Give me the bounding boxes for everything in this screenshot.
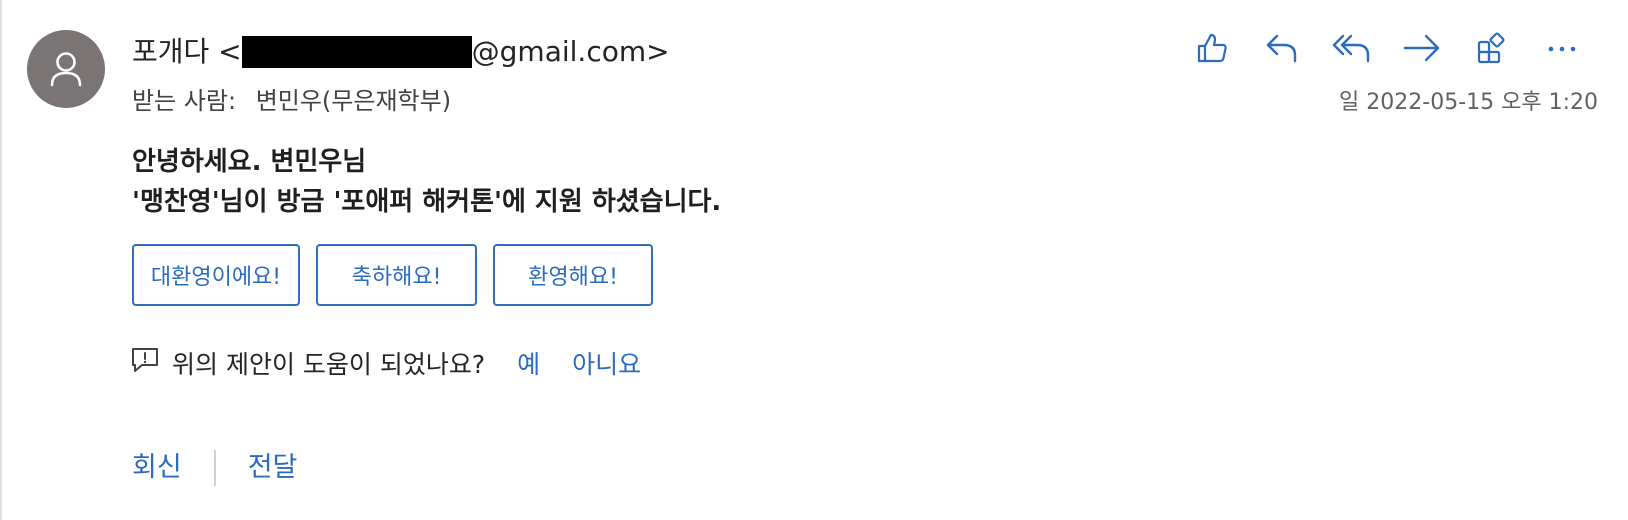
footer-actions: 회신 전달 (132, 448, 297, 488)
forward-link[interactable]: 전달 (248, 448, 298, 488)
message-datetime: 일 2022-05-15 오후 1:20 (1339, 90, 1598, 115)
forward-icon (1402, 31, 1442, 65)
recipient-line: 받는 사람: 변민우(무은재학부) (132, 84, 451, 118)
suggested-replies: 대환영이에요! 축하해요! 환영해요! (132, 244, 669, 306)
like-icon (1195, 31, 1229, 65)
footer-divider (213, 450, 216, 486)
redacted-email (241, 36, 472, 68)
reply-button[interactable] (1258, 26, 1306, 70)
more-button[interactable] (1538, 26, 1586, 70)
like-button[interactable] (1188, 26, 1236, 70)
apps-button[interactable] (1468, 26, 1516, 70)
feedback-yes-link[interactable]: 예 (517, 347, 540, 383)
to-label: 받는 사람: (132, 87, 237, 115)
recipient-name[interactable]: 변민우(무은재학부) (256, 87, 451, 115)
apps-icon (1475, 31, 1509, 65)
suggested-reply-button[interactable]: 축하해요! (316, 244, 477, 306)
sender-avatar[interactable] (27, 30, 105, 108)
message-reading-pane: 포개다 < @gmail.com> 받는 사람: 변민우(무은재학부) 일 20… (0, 0, 1626, 520)
more-icon (1545, 31, 1579, 65)
feedback-no-link[interactable]: 아니요 (572, 347, 641, 383)
reply-icon (1264, 31, 1300, 65)
reply-link[interactable]: 회신 (132, 448, 182, 488)
sender-email-suffix: @gmail.com> (471, 35, 670, 68)
sender-name: 포개다 < (132, 35, 242, 68)
suggestion-feedback: 위의 제안이 도움이 되었나요? 예 아니요 (130, 346, 673, 384)
sender-line[interactable]: 포개다 < @gmail.com> (132, 32, 670, 72)
feedback-question: 위의 제안이 도움이 되었나요? (172, 350, 486, 379)
body-line-1: 안녕하세요. 변민우님 (132, 147, 367, 177)
suggested-reply-button[interactable]: 환영해요! (493, 244, 653, 306)
message-toolbar (1166, 26, 1586, 70)
reply-all-button[interactable] (1328, 26, 1376, 70)
person-icon (49, 51, 83, 87)
forward-button[interactable] (1398, 26, 1446, 70)
suggested-reply-button[interactable]: 대환영이에요! (132, 244, 300, 306)
message-body: 안녕하세요. 변민우님 '맹찬영'님이 방금 '포애퍼 해커톤'에 지원 하셨습… (132, 142, 721, 222)
reply-all-icon (1332, 31, 1372, 65)
feedback-icon (130, 346, 160, 384)
body-line-2: '맹찬영'님이 방금 '포애퍼 해커톤'에 지원 하셨습니다. (132, 187, 722, 217)
